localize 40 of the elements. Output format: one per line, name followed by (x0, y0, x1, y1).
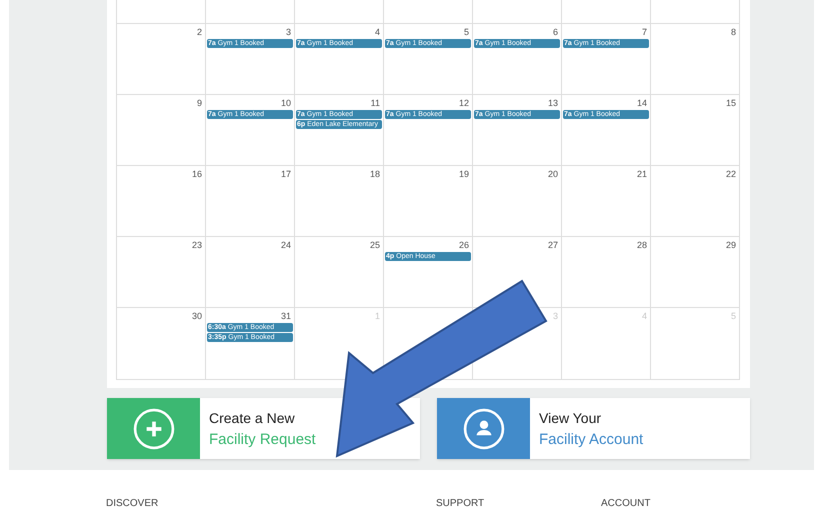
user-icon (462, 408, 504, 450)
day-number: 24 (280, 239, 292, 251)
card-title: Create a New (209, 408, 296, 426)
plus-icon (132, 408, 174, 450)
day-number: 27 (548, 239, 559, 251)
day-number: 4 (374, 26, 381, 38)
day-number: 18 (370, 168, 381, 180)
day-number: 19 (458, 168, 470, 180)
day-number: 23 (192, 239, 203, 251)
day-number: 7 (642, 26, 648, 38)
day-number: 15 (726, 97, 737, 109)
day-number: 14 (636, 97, 648, 109)
day-number: 31 (280, 310, 292, 322)
day-number: 9 (196, 97, 203, 109)
card-subtitle: Facility Account (539, 430, 644, 448)
day-number: 16 (192, 168, 203, 180)
day-number: 20 (548, 168, 559, 180)
card-title: View Your (539, 408, 602, 426)
day-number: 10 (280, 97, 292, 109)
day-number: 30 (192, 310, 203, 322)
day-number: 5 (464, 26, 470, 38)
day-number: 25 (370, 239, 381, 251)
day-number: 11 (370, 97, 381, 109)
day-number: 17 (280, 168, 292, 180)
day-number: 3 (286, 26, 292, 38)
footer-heading: ACCOUNT (601, 498, 650, 507)
day-number: 29 (726, 239, 737, 251)
day-number: 13 (548, 97, 559, 109)
footer-heading: SUPPORT (436, 498, 484, 507)
day-number: 21 (636, 168, 648, 180)
day-number: 28 (636, 239, 648, 251)
day-number: 8 (730, 26, 737, 38)
footer-heading: DISCOVER (106, 498, 158, 507)
card-subtitle: Facility Request (209, 430, 316, 448)
day-number: 2 (196, 26, 203, 38)
action-card[interactable]: View Your Facility Account (437, 398, 750, 459)
day-number: 12 (458, 97, 470, 109)
day-number: 26 (458, 239, 470, 251)
day-number: 22 (726, 168, 737, 180)
day-number: 6 (552, 26, 559, 38)
